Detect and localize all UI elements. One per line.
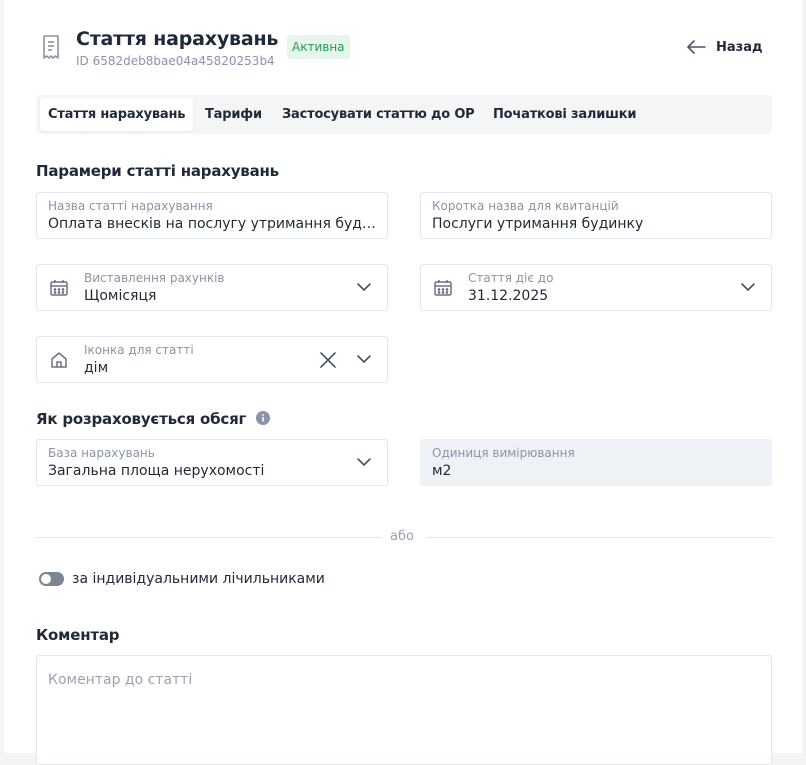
charge-name-label: Назва статті нарахування	[48, 199, 213, 213]
calendar-icon	[434, 280, 452, 296]
back-button-label: Назад	[716, 39, 763, 55]
chevron-down-icon[interactable]	[740, 281, 756, 293]
main-panel: Стаття нарахувань ID 6582deb8bae04a45820…	[4, 0, 802, 765]
billing-frequency-value: Щомісяця	[84, 288, 157, 304]
chevron-down-icon[interactable]	[356, 353, 372, 365]
charge-name-value: Оплата внесків на послугу утримання буди…	[48, 216, 376, 232]
arrow-left-icon	[687, 40, 706, 54]
charge-base-value: Загальна площа нерухомості	[48, 463, 265, 479]
chevron-down-icon[interactable]	[356, 456, 372, 468]
item-id: ID 6582deb8bae04a45820253b4	[76, 54, 275, 68]
item-icon-value: дім	[84, 360, 109, 376]
calendar-icon	[50, 280, 68, 296]
billing-frequency-select[interactable]: Виставлення рахунків Щомісяця	[36, 264, 388, 311]
unit-label: Одиниця вимірювання	[432, 446, 575, 460]
tab-charge-item[interactable]: Стаття нарахувань	[40, 98, 194, 131]
tab-bar: Стаття нарахувань Тарифи Застосувати ста…	[36, 95, 772, 134]
valid-until-select[interactable]: Стаття діє до 31.12.2025	[420, 264, 772, 311]
tab-initial-balances[interactable]: Початкові залишки	[493, 98, 637, 131]
individual-meters-toggle[interactable]	[39, 572, 64, 586]
valid-until-value: 31.12.2025	[468, 288, 549, 304]
billing-frequency-label: Виставлення рахунків	[84, 271, 225, 285]
status-badge: Активна	[287, 35, 350, 59]
back-button[interactable]: Назад	[686, 36, 762, 58]
valid-until-label: Стаття діє до	[468, 271, 554, 285]
charge-base-label: База нарахувань	[48, 446, 155, 460]
volume-section-title: Як розраховується обсяг	[36, 410, 247, 428]
close-icon[interactable]	[319, 351, 337, 369]
home-icon	[51, 352, 67, 368]
item-icon-select[interactable]: Іконка для статті дім	[36, 336, 388, 383]
charge-base-select[interactable]: База нарахувань Загальна площа нерухомос…	[36, 439, 388, 486]
params-section-title: Парамери статті нарахувань	[36, 162, 279, 180]
chevron-down-icon[interactable]	[356, 281, 372, 293]
tab-tariffs[interactable]: Тарифи	[205, 98, 262, 131]
divider	[36, 537, 382, 538]
receipt-icon	[43, 35, 59, 59]
tab-apply-to-or[interactable]: Застосувати статтю до ОР	[282, 98, 475, 131]
info-icon[interactable]	[256, 411, 270, 425]
short-name-field[interactable]: Коротка назва для квитанцій Послуги утри…	[420, 192, 772, 239]
unit-field: Одиниця вимірювання м2	[420, 439, 772, 486]
individual-meters-label: за індивідуальними лічильниками	[72, 571, 325, 587]
toggle-knob	[41, 574, 51, 584]
divider	[426, 537, 772, 538]
unit-value: м2	[432, 463, 452, 479]
or-divider-label: або	[390, 529, 414, 544]
comment-textarea[interactable]	[36, 655, 772, 765]
short-name-label: Коротка назва для квитанцій	[432, 199, 619, 213]
charge-name-field[interactable]: Назва статті нарахування Оплата внесків …	[36, 192, 388, 239]
item-icon-label: Іконка для статті	[84, 343, 194, 357]
comment-section-title: Коментар	[36, 626, 120, 644]
page-title: Стаття нарахувань	[76, 28, 279, 50]
short-name-value: Послуги утримання будинку	[432, 216, 644, 232]
